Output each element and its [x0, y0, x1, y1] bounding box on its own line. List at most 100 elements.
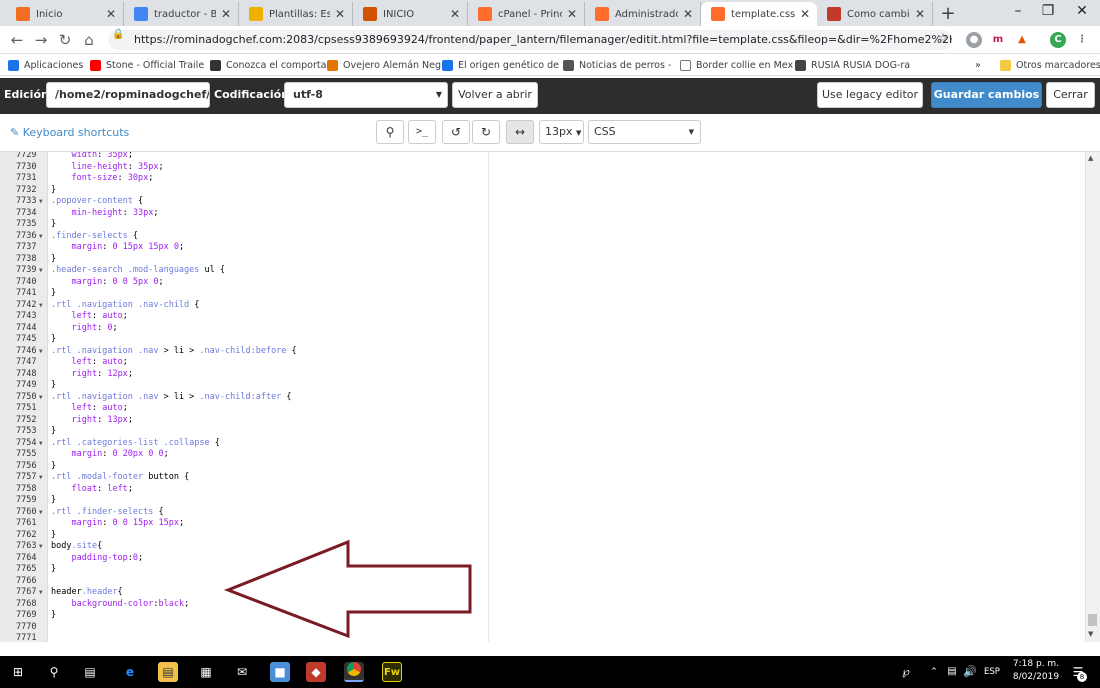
fold-toggle-icon[interactable]: ▼ [39, 438, 43, 450]
url-field[interactable]: https://rominadogchef.com:2083/cpsess938… [108, 30, 952, 50]
app-icon-red[interactable]: ◆ [306, 662, 326, 682]
code-line[interactable]: margin: 0 20px 0 0; [51, 449, 168, 461]
bookmark-item[interactable]: Conozca el comporta [210, 57, 326, 73]
chevron-up-icon[interactable]: ⌃ [924, 662, 944, 682]
tab-close-icon[interactable]: ✕ [105, 7, 117, 21]
browser-tab[interactable]: traductor - Busc ✕ [124, 2, 239, 26]
bookmarks-more-button[interactable]: » [975, 57, 981, 73]
code-line[interactable]: } [51, 185, 56, 197]
reload-icon[interactable]: ↻ [56, 31, 74, 49]
reopen-button[interactable]: Volver a abrir [452, 82, 538, 108]
code-line[interactable]: } [51, 610, 56, 622]
code-line[interactable]: } [51, 564, 56, 576]
code-line[interactable]: min-height: 33px; [51, 208, 158, 220]
browser-tab[interactable]: Plantillas: Estilos ✕ [239, 2, 353, 26]
tab-close-icon[interactable]: ✕ [449, 7, 461, 21]
bookmark-item[interactable]: Aplicaciones [8, 57, 83, 73]
code-line[interactable]: .popover-content { [51, 196, 143, 208]
bookmark-item[interactable]: Noticias de perros - [563, 57, 671, 73]
file-path-input[interactable]: /home2/ropminadogchef/| [46, 82, 210, 108]
network-icon[interactable]: ▤ [942, 662, 962, 682]
code-line[interactable]: body.site{ [51, 541, 102, 553]
bookmark-item[interactable]: Ovejero Alemán Neg [327, 57, 441, 73]
clock[interactable]: 7:18 p. m. 8/02/2019 [1008, 658, 1064, 684]
tab-close-icon[interactable]: ✕ [220, 7, 232, 21]
undo-icon[interactable]: ↺ [442, 120, 470, 144]
browser-tab[interactable]: Inicio ✕ [6, 2, 124, 26]
forward-icon[interactable]: → [32, 31, 50, 49]
extension-icon-fire[interactable]: ▲ [1014, 32, 1030, 48]
wrap-toggle-icon[interactable]: ↔ [506, 120, 534, 144]
code-line[interactable]: .rtl .navigation .nav > li > .nav-child:… [51, 392, 292, 404]
redo-icon[interactable]: ↻ [472, 120, 500, 144]
code-line[interactable]: } [51, 461, 56, 473]
code-line[interactable]: } [51, 334, 56, 346]
bookmark-item[interactable]: Stone - Official Traile [90, 57, 204, 73]
task-view-icon[interactable]: ▤ [80, 662, 100, 682]
tab-close-icon[interactable]: ✕ [682, 7, 694, 21]
restore-icon[interactable]: ❐ [1038, 3, 1058, 19]
code-line[interactable]: .rtl .categories-list .collapse { [51, 438, 220, 450]
code-line[interactable]: line-height: 35px; [51, 162, 163, 174]
code-line[interactable]: right: 13px; [51, 415, 132, 427]
code-line[interactable]: left: auto; [51, 403, 127, 415]
bookmark-star-icon[interactable]: ☆ [934, 31, 952, 46]
code-line[interactable]: .finder-selects { [51, 231, 138, 243]
code-line[interactable]: } [51, 495, 56, 507]
code-line[interactable]: right: 12px; [51, 369, 132, 381]
volume-icon[interactable]: 🔊 [960, 662, 980, 682]
close-button[interactable]: Cerrar [1046, 82, 1095, 108]
code-line[interactable]: background-color:black; [51, 599, 189, 611]
fold-toggle-icon[interactable]: ▼ [39, 507, 43, 519]
new-tab-button[interactable]: + [938, 3, 958, 24]
vertical-scrollbar[interactable] [1085, 152, 1100, 642]
code-line[interactable]: left: auto; [51, 311, 127, 323]
scroll-up-icon[interactable]: ▲ [1088, 154, 1093, 162]
code-line[interactable]: } [51, 380, 56, 392]
code-line[interactable]: width: 35px; [51, 152, 132, 162]
bookmark-item[interactable]: Border collie en Mex [680, 57, 793, 73]
code-line[interactable]: left: auto; [51, 357, 127, 369]
home-icon[interactable]: ⌂ [80, 31, 98, 49]
code-line[interactable]: .header-search .mod-languages ul { [51, 265, 225, 277]
search-icon[interactable]: ⚲ [44, 662, 64, 682]
fold-toggle-icon[interactable]: ▼ [39, 346, 43, 358]
fold-toggle-icon[interactable]: ▼ [39, 231, 43, 243]
code-line[interactable]: } [51, 219, 56, 231]
code-line[interactable]: font-size: 30px; [51, 173, 153, 185]
file-explorer-icon[interactable]: ▤ [158, 662, 178, 682]
people-icon[interactable]: ℘ [896, 662, 916, 682]
mail-icon[interactable]: ✉ [232, 662, 252, 682]
close-window-icon[interactable]: ✕ [1072, 3, 1092, 19]
keyboard-shortcuts-link[interactable]: ✎ Keyboard shortcuts [10, 126, 129, 139]
code-line[interactable]: } [51, 288, 56, 300]
search-icon[interactable]: ⚲ [376, 120, 404, 144]
other-bookmarks-button[interactable]: Otros marcadores [1000, 57, 1100, 73]
code-line[interactable]: .rtl .navigation .nav-child { [51, 300, 199, 312]
code-line[interactable]: right: 0; [51, 323, 117, 335]
minimize-icon[interactable]: – [1008, 3, 1028, 19]
back-icon[interactable]: ← [8, 31, 26, 49]
browser-tab[interactable]: Como cambiar e ✕ [817, 2, 933, 26]
extension-icon-gray[interactable]: ● [966, 32, 982, 48]
fireworks-icon[interactable]: Fw [382, 662, 402, 682]
fold-toggle-icon[interactable]: ▼ [39, 472, 43, 484]
code-editor[interactable]: 7729 7730 7731 7732 7733 ▼ 7734 7735 7736 ▼ 7737 77… [0, 152, 1100, 642]
code-line[interactable]: margin: 0 0 5px 0; [51, 277, 163, 289]
code-line[interactable]: margin: 0 0 15px 15px; [51, 518, 184, 530]
store-icon[interactable]: ▦ [196, 662, 216, 682]
browser-tab[interactable]: template.css - A ✕ [701, 2, 817, 26]
fold-toggle-icon[interactable]: ▼ [39, 300, 43, 312]
save-changes-button[interactable]: Guardar cambios [931, 82, 1042, 108]
extension-icon-m[interactable]: m [990, 32, 1006, 48]
code-line[interactable]: } [51, 426, 56, 438]
scrollbar-thumb[interactable] [1088, 614, 1097, 626]
code-line[interactable]: padding-top:0; [51, 553, 143, 565]
use-legacy-editor-button[interactable]: Use legacy editor [817, 82, 923, 108]
code-line[interactable]: } [51, 530, 56, 542]
scroll-down-icon[interactable]: ▼ [1088, 630, 1093, 638]
terminal-icon[interactable]: >_ [408, 120, 436, 144]
code-line[interactable]: .rtl .modal-footer button { [51, 472, 189, 484]
font-size-select[interactable]: 13px ▼ [539, 120, 584, 144]
tab-close-icon[interactable]: ✕ [566, 7, 578, 21]
